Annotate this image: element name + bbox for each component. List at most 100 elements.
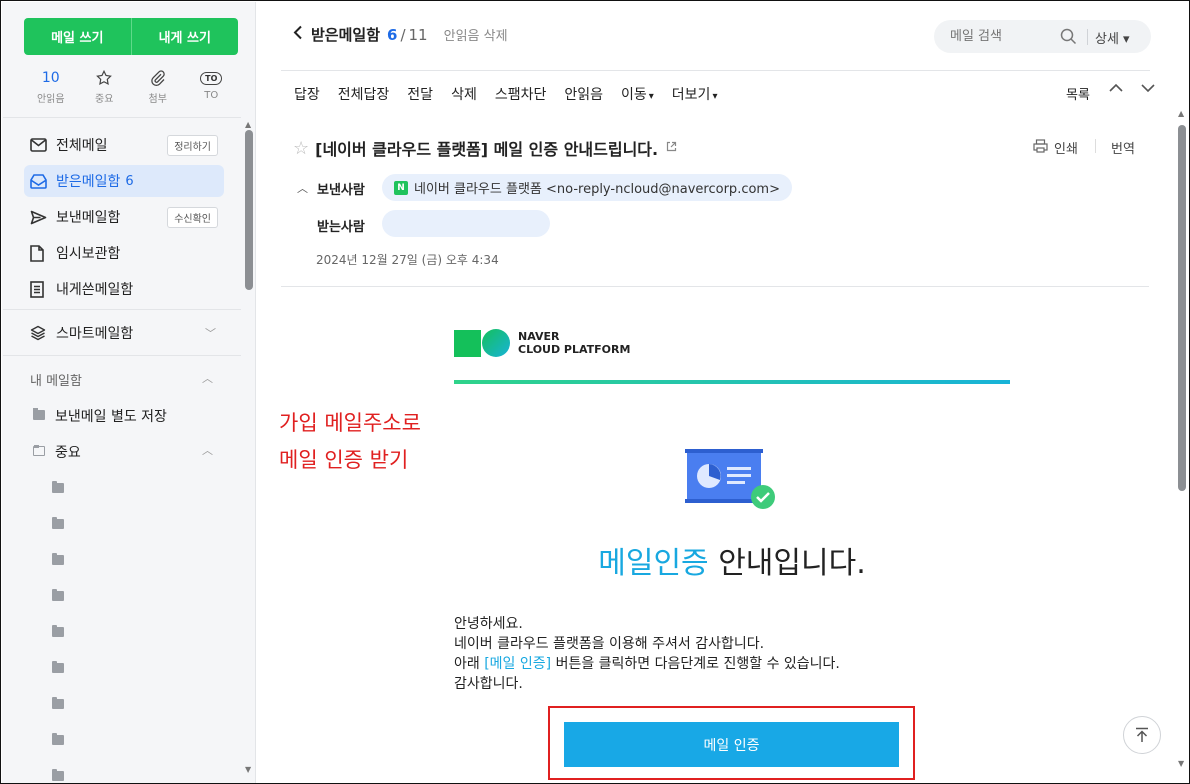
mailbox-title[interactable]: 받은메일함 xyxy=(311,24,380,45)
sidebar-scrollbar[interactable]: ▲ ▼ xyxy=(242,120,255,780)
write-to-me-button[interactable]: 내게 쓰기 xyxy=(132,18,239,55)
logo-square xyxy=(454,329,481,357)
write-mail-button[interactable]: 메일 쓰기 xyxy=(24,18,131,55)
unread-count: 10 xyxy=(41,70,60,86)
slash: / xyxy=(400,25,406,44)
main-scrollbar[interactable]: ▲ ▼ xyxy=(1175,109,1189,783)
divider xyxy=(3,355,241,356)
star-icon xyxy=(95,68,113,88)
subfolder-icon[interactable] xyxy=(52,769,64,781)
quick-label: TO xyxy=(204,90,219,101)
body-line: 감사합니다. xyxy=(454,676,523,692)
scroll-thumb[interactable] xyxy=(245,130,253,290)
forward-button[interactable]: 전달 xyxy=(407,84,433,104)
chevron-up-icon[interactable]: ︿ xyxy=(297,180,308,196)
subfolder-icon[interactable] xyxy=(52,733,64,745)
note-icon xyxy=(30,280,50,298)
quick-filters: 10 안읽음 중요 첨부 TO TO xyxy=(24,68,238,105)
quick-important[interactable]: 중요 xyxy=(78,68,132,105)
subfolder-icon[interactable] xyxy=(52,697,64,709)
quick-label: 안읽음 xyxy=(36,94,65,105)
arrow-up-icon xyxy=(1136,727,1148,742)
mail-view: 받은메일함 6 / 11 안읽음 삭제 상세 ▾ 답장 전체답장 전달 삭제 스… xyxy=(257,2,1175,783)
read-receipt-button[interactable]: 수신확인 xyxy=(167,206,218,228)
logo-text: NAVER CLOUD PLATFORM xyxy=(518,330,630,356)
sender-chip[interactable]: N 네이버 클라우드 플랫폼 <no-reply-ncloud@navercor… xyxy=(382,174,792,201)
scroll-up-arrow[interactable]: ▲ xyxy=(1178,109,1184,118)
subfolder-icon[interactable] xyxy=(52,553,64,565)
star-icon[interactable]: ☆ xyxy=(293,138,309,159)
next-mail-icon[interactable] xyxy=(1140,81,1156,99)
scroll-down-arrow[interactable]: ▼ xyxy=(1178,759,1184,768)
scroll-to-top-button[interactable] xyxy=(1123,716,1161,754)
subfolder-icon[interactable] xyxy=(52,589,64,601)
previous-mail-icon[interactable] xyxy=(1108,81,1124,99)
write-buttons: 메일 쓰기 내게 쓰기 xyxy=(24,18,238,55)
divider xyxy=(281,70,1150,71)
scroll-down-arrow[interactable]: ▼ xyxy=(245,765,251,774)
organize-button[interactable]: 정리하기 xyxy=(167,134,218,156)
headline-highlight: 메일인증 xyxy=(598,546,709,581)
subfolder-icon[interactable] xyxy=(52,517,64,529)
sidebar-item-sent[interactable]: 보낸메일함 수신확인 xyxy=(24,201,224,233)
sidebar-item-self-mail[interactable]: 내게쓴메일함 xyxy=(24,273,224,305)
sidebar-item-smart-mailbox[interactable]: 스마트메일함 ﹀ xyxy=(24,317,224,349)
logo-line2: CLOUD PLATFORM xyxy=(518,343,631,356)
sidebar-item-label: 내게쓴메일함 xyxy=(56,282,134,298)
detail-label: 상세 xyxy=(1095,32,1119,47)
list-button[interactable]: 목록 xyxy=(1066,88,1090,103)
sidebar-item-label: 스마트메일함 xyxy=(56,326,134,342)
sidebar-item-drafts[interactable]: 임시보관함 xyxy=(24,237,224,269)
my-mailbox-header[interactable]: 내 메일함 ︿ xyxy=(30,370,213,389)
annotation-text: 가입 메일주소로 메일 인증 받기 xyxy=(279,405,421,479)
to-label: 받는사람 xyxy=(317,220,365,235)
divider xyxy=(281,286,1149,287)
divider xyxy=(3,117,241,118)
mark-unread-button[interactable]: 안읽음 xyxy=(564,84,603,104)
mail-window: 메일 쓰기 내게 쓰기 10 안읽음 중요 첨부 TO TO 전체메일 정리하기… xyxy=(0,0,1190,784)
sidebar-item-inbox[interactable]: 받은메일함 6 xyxy=(24,165,224,197)
mail-subject-row: ☆ [네이버 클라우드 플랫폼] 메일 인증 안내드립니다. xyxy=(293,136,677,160)
paperclip-icon xyxy=(149,68,167,88)
reply-all-button[interactable]: 전체답장 xyxy=(338,84,390,104)
back-arrow-icon[interactable] xyxy=(293,25,303,44)
subfolder-icon[interactable] xyxy=(52,625,64,637)
reply-button[interactable]: 답장 xyxy=(294,84,320,104)
recipient-chip[interactable] xyxy=(382,210,550,237)
detail-search-button[interactable]: 상세 ▾ xyxy=(1095,28,1130,47)
draft-icon xyxy=(30,244,50,262)
sidebar-folder-sent-separate[interactable]: 보낸메일 별도 저장 xyxy=(55,406,167,426)
annotation-line: 메일 인증 받기 xyxy=(279,448,409,472)
search-icon[interactable] xyxy=(1060,28,1077,49)
quick-attachment[interactable]: 첨부 xyxy=(131,68,185,105)
sidebar-folder-important[interactable]: 중요 xyxy=(55,442,81,462)
subfolder-icon[interactable] xyxy=(52,481,64,493)
external-link-icon[interactable] xyxy=(666,141,677,155)
scroll-thumb[interactable] xyxy=(1178,125,1186,491)
translate-button[interactable]: 번역 xyxy=(1111,138,1135,157)
sidebar-item-all-mail[interactable]: 전체메일 정리하기 xyxy=(24,129,224,161)
open-folder-icon xyxy=(33,445,45,456)
quick-label: 중요 xyxy=(95,94,114,105)
subfolder-icon[interactable] xyxy=(52,661,64,673)
verification-illustration-icon xyxy=(685,447,779,519)
to-icon: TO xyxy=(200,68,223,88)
more-dropdown[interactable]: 더보기 xyxy=(672,84,718,104)
sender-address: 네이버 클라우드 플랫폼 <no-reply-ncloud@navercorp.… xyxy=(414,182,780,197)
block-spam-button[interactable]: 스팸차단 xyxy=(495,84,547,104)
sidebar-item-label: 보낸메일함 xyxy=(56,210,121,226)
quick-to[interactable]: TO TO xyxy=(185,68,239,105)
verify-email-button[interactable]: 메일 인증 xyxy=(564,722,899,767)
mail-toolbar: 답장 전체답장 전달 삭제 스팸차단 안읽음 이동 더보기 xyxy=(294,84,735,104)
chevron-up-icon[interactable]: ︿ xyxy=(202,370,213,386)
delete-button[interactable]: 삭제 xyxy=(451,84,477,104)
scroll-up-arrow[interactable]: ▲ xyxy=(245,120,251,129)
chevron-up-icon[interactable]: ︿ xyxy=(202,442,213,458)
print-button[interactable]: 인쇄 xyxy=(1033,138,1078,157)
chevron-down-icon[interactable]: ﹀ xyxy=(205,325,216,341)
quick-unread[interactable]: 10 안읽음 xyxy=(24,68,78,105)
print-label: 인쇄 xyxy=(1054,142,1078,157)
delete-unread-button[interactable]: 안읽음 삭제 xyxy=(444,25,508,44)
move-dropdown[interactable]: 이동 xyxy=(621,84,654,104)
search-input[interactable] xyxy=(950,29,1060,44)
